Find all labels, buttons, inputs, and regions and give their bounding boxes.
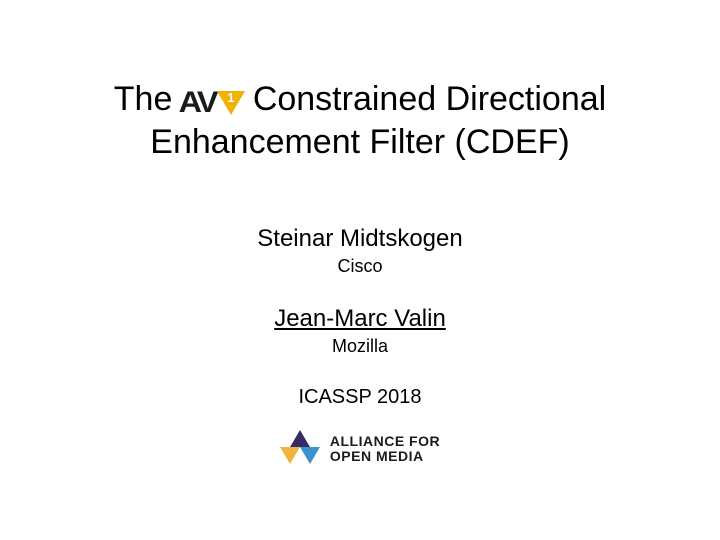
author-1-affiliation: Cisco <box>0 256 720 278</box>
title-line-2: Enhancement Filter (CDEF) <box>0 121 720 164</box>
author-2-name: Jean-Marc Valin <box>0 305 720 334</box>
author-2-affiliation: Mozilla <box>0 336 720 358</box>
av1-logo: AV 1 <box>180 86 244 118</box>
av1-logo-digit: 1 <box>217 90 245 106</box>
aomedia-triangles-icon <box>280 429 320 469</box>
title-rest-1: Constrained Directional <box>253 78 606 121</box>
aomedia-logo: ALLIANCE FOR OPEN MEDIA <box>280 429 440 469</box>
aomedia-text: ALLIANCE FOR OPEN MEDIA <box>330 434 440 463</box>
title-prefix: The <box>114 78 173 121</box>
slide: The AV 1 Constrained Directional Enhance… <box>0 0 720 540</box>
aomedia-text-line1: ALLIANCE FOR <box>330 434 440 449</box>
venue: ICASSP 2018 <box>0 386 720 409</box>
author-1-name: Steinar Midtskogen <box>0 225 720 254</box>
title-block: The AV 1 Constrained Directional Enhance… <box>0 78 720 163</box>
av1-logo-letters: AV <box>179 88 216 118</box>
body-block: Steinar Midtskogen Cisco Jean-Marc Valin… <box>0 225 720 474</box>
title-line-1: The AV 1 Constrained Directional <box>0 78 720 121</box>
av1-logo-triangle-icon: 1 <box>217 88 245 118</box>
aomedia-text-line2: OPEN MEDIA <box>330 449 440 464</box>
